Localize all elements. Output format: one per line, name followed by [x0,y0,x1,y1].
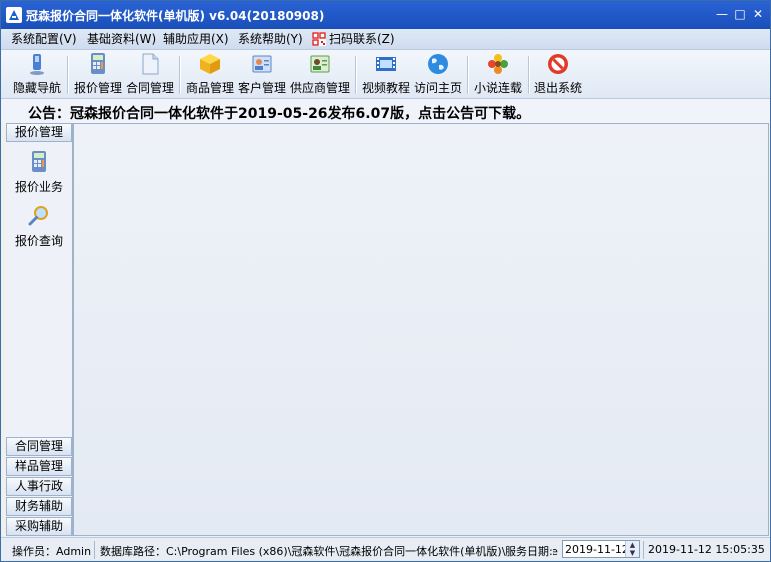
nav-group-finance[interactable]: 财务辅助 [6,497,72,516]
magnifier-icon [28,206,48,226]
calculator-icon [32,151,46,172]
video-tutorial-button[interactable]: 视频教程 [359,51,413,97]
nav-group-purchase[interactable]: 采购辅助 [6,517,72,536]
menu-aux-apps[interactable]: 辅助应用(X) [163,31,229,47]
nav-group-hr[interactable]: 人事行政 [6,477,72,496]
quote-mgmt-button[interactable]: 报价管理 [71,51,125,97]
contract-mgmt-button[interactable]: 合同管理 [124,51,176,97]
announcement-bar[interactable]: 公告：冠森报价合同一体化软件于2019-05-26发布6.07版，点击公告可下载… [1,99,770,123]
contact-card-icon [252,55,272,73]
menu-basic-data[interactable]: 基础资料(W) [87,31,156,47]
db-path-status: 数据库路径：C:\Program Files (x86)\冠森软件\冠森报价合同… [100,545,558,558]
title-bar[interactable]: 冠森报价合同一体化软件(单机版) v6.04(20180908) — □ ✕ [1,1,770,29]
nav-item-label: 报价业务 [14,180,63,194]
nav-group-quote-header[interactable]: 报价管理 [6,123,72,142]
stop-icon [548,54,568,74]
hide-nav-button[interactable]: 隐藏导航 [10,51,64,97]
toolbar-separator [179,56,181,94]
contract-mgmt-label: 合同管理 [125,81,174,95]
flower-icon [488,54,508,74]
app-window: 冠森报价合同一体化软件(单机版) v6.04(20180908) — □ ✕ 系… [0,0,771,562]
window-title: 冠森报价合同一体化软件(单机版) v6.04(20180908) [26,9,325,23]
menu-help[interactable]: 系统帮助(Y) [238,31,303,47]
nav-item-quote-query[interactable]: 报价查询 [6,204,72,252]
operator-status: 操作员：Admin [12,545,92,558]
package-icon [200,54,220,74]
minimize-button[interactable]: — [714,7,730,23]
nav-sidebar: 报价管理 报价业务 报价查询 合同管理 样品管理 人事行政 财务辅助 采购辅助 [6,123,73,536]
qr-code-icon [312,32,326,46]
document-icon [142,53,159,75]
status-separator [643,541,644,559]
calculator-icon [91,53,105,74]
novel-serial-button[interactable]: 小说连载 [471,51,525,97]
nav-group-contract[interactable]: 合同管理 [6,437,72,456]
exit-system-button[interactable]: 退出系统 [532,51,584,97]
video-tutorial-label: 视频教程 [361,81,410,95]
supplier-card-icon [310,55,330,73]
nav-item-quote-business[interactable]: 报价业务 [6,150,72,198]
maximize-button[interactable]: □ [732,7,748,23]
app-logo-icon [6,7,22,23]
close-button[interactable]: ✕ [750,7,766,23]
goods-mgmt-label: 商品管理 [185,81,234,95]
toolbar: 隐藏导航 报价管理 合同管理 商品管理 客户管理 供应商管理 视频教程 访问主页… [1,50,770,99]
service-date-value: 2019-11-12 [565,543,629,556]
service-date-picker[interactable]: 2019-11-12 ▲ ▼ [562,540,640,558]
toolbar-separator [67,56,69,94]
customer-mgmt-button[interactable]: 客户管理 [236,51,288,97]
main-content-area[interactable] [73,123,769,536]
supplier-mgmt-button[interactable]: 供应商管理 [288,51,352,97]
novel-serial-label: 小说连载 [473,81,522,95]
hide-nav-label: 隐藏导航 [12,81,61,95]
toolbar-separator [528,56,530,94]
status-separator [94,541,95,559]
visit-homepage-label: 访问主页 [413,81,462,95]
hide-nav-icon [30,54,44,75]
nav-group-sample[interactable]: 样品管理 [6,457,72,476]
toolbar-separator [355,56,357,94]
globe-icon [428,54,448,74]
exit-system-label: 退出系统 [533,81,582,95]
visit-homepage-button[interactable]: 访问主页 [412,51,464,97]
quote-mgmt-label: 报价管理 [73,81,122,95]
supplier-mgmt-label: 供应商管理 [289,81,350,95]
toolbar-separator [467,56,469,94]
film-icon [376,57,396,71]
menu-system-config[interactable]: 系统配置(V) [11,31,77,47]
customer-mgmt-label: 客户管理 [237,81,286,95]
goods-mgmt-button[interactable]: 商品管理 [183,51,237,97]
clock-status: 2019-11-12 15:05:35 [648,543,765,556]
service-date-label: 服务日期: [505,543,553,559]
date-spinner[interactable]: ▲ ▼ [625,541,639,557]
status-bar: 操作员：Admin 数据库路径：C:\Program Files (x86)\冠… [1,537,770,561]
announcement-text[interactable]: 公告：冠森报价合同一体化软件于2019-05-26发布6.07版，点击公告可下载… [28,103,530,123]
menu-scan-contact[interactable]: 扫码联系(Z) [329,31,395,47]
menu-bar: 系统配置(V) 基础资料(W) 辅助应用(X) 系统帮助(Y) 扫码联系(Z) [1,29,770,50]
nav-item-label: 报价查询 [14,234,63,248]
